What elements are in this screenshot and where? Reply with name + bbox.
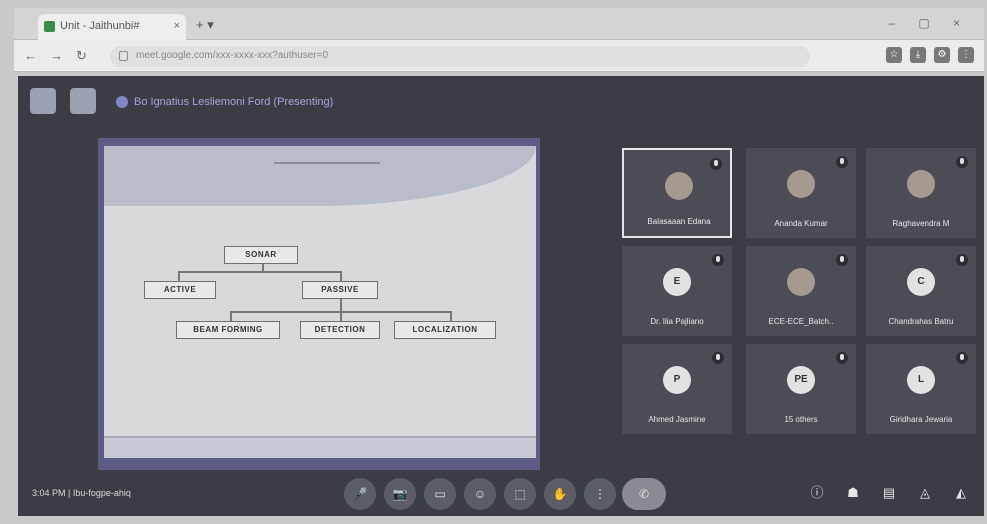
tab-close-icon[interactable]: × — [174, 20, 180, 32]
mic-muted-icon — [712, 352, 724, 364]
meeting-clock: 3:04 PM | Ibu-fogpe-ahiq — [32, 488, 131, 498]
node-level1-1: PASSIVE — [302, 281, 378, 299]
connector — [340, 311, 342, 321]
control-bar: 3:04 PM | Ibu-fogpe-ahiq 🎤 📷 ▭ ☺ ⬚ ✋ ⋮ ✆ ⓘ ☗ ▤ ◬ ◭ — [18, 466, 984, 516]
participant-tile[interactable]: E Dr. Ilia Pajliano — [622, 246, 732, 336]
node-level2-1: DETECTION — [300, 321, 380, 339]
node-root: SONAR — [224, 246, 298, 264]
more-options-icon[interactable]: ⋮ — [584, 478, 616, 510]
participant-avatar — [787, 268, 815, 296]
camera-icon[interactable]: 📷 — [384, 478, 416, 510]
mic-muted-icon — [836, 352, 848, 364]
layout-icon[interactable] — [30, 88, 56, 114]
pin-icon[interactable] — [70, 88, 96, 114]
host-controls-icon[interactable]: ◭ — [952, 484, 970, 502]
browser-tab-bar: Unit - Jaithunbi# × + ▾ – ▢ × — [14, 8, 984, 40]
browser-toolbar: ← → ↻ meet.google.com/xxx-xxxx-xxx?authu… — [14, 40, 984, 72]
participant-avatar — [665, 172, 693, 200]
connector — [340, 271, 342, 281]
participant-tile[interactable]: Ananda Kumar — [746, 148, 856, 238]
lock-icon — [119, 51, 128, 61]
node-level2-2: LOCALIZATION — [394, 321, 496, 339]
mic-muted-icon — [836, 156, 848, 168]
participant-tile[interactable]: PE 15 others — [746, 344, 856, 434]
participant-name: 15 others — [784, 415, 818, 424]
participant-name: ECE-ECE_Batch.. — [768, 317, 834, 326]
download-icon[interactable]: ⤓ — [910, 47, 926, 63]
participant-tile[interactable]: C Chandrahas Batru — [866, 246, 976, 336]
reload-icon[interactable]: ↻ — [76, 48, 87, 64]
new-tab-button[interactable]: + ▾ — [196, 17, 214, 33]
slide-header-shape — [104, 146, 536, 206]
microphone-icon[interactable]: 🎤 — [344, 478, 376, 510]
participant-name: Ahmed Jasmine — [648, 415, 706, 424]
slide-footer-shape — [104, 436, 536, 458]
settings-icon[interactable]: ⚙ — [934, 47, 950, 63]
mic-muted-icon — [836, 254, 848, 266]
participant-avatar — [787, 170, 815, 198]
meeting-info-icon[interactable]: ⓘ — [808, 484, 826, 502]
node-level1-0: ACTIVE — [144, 281, 216, 299]
slide-title-underline — [274, 156, 380, 164]
url-text: meet.google.com/xxx-xxxx-xxx?authuser=0 — [136, 50, 329, 61]
people-icon[interactable]: ☗ — [844, 484, 862, 502]
presentation-frame: SONAR ACTIVE PASSIVE BEAM FORMING DETECT… — [98, 138, 540, 470]
participant-name: Giridhara Jewaria — [889, 415, 953, 424]
connector — [178, 271, 340, 273]
meeting-view: Bo Ignatius Lesliemoni Ford (Presenting)… — [18, 76, 984, 516]
present-screen-icon[interactable]: ⬚ — [504, 478, 536, 510]
participant-name: Balasaaan Edana — [647, 217, 711, 226]
participant-avatar: PE — [787, 366, 815, 394]
mic-muted-icon — [956, 352, 968, 364]
presenter-title: Bo Ignatius Lesliemoni Ford (Presenting) — [134, 96, 334, 108]
tab-title: Unit - Jaithunbi# — [60, 20, 140, 32]
meeting-header: Bo Ignatius Lesliemoni Ford (Presenting) — [18, 76, 984, 118]
toolbar-icons: ☆ ⤓ ⚙ ⋮ — [886, 47, 974, 63]
forward-arrow-icon[interactable]: → — [50, 48, 63, 63]
participant-avatar: C — [907, 268, 935, 296]
connector — [230, 311, 232, 321]
activities-icon[interactable]: ◬ — [916, 484, 934, 502]
chat-icon[interactable]: ▤ — [880, 484, 898, 502]
participant-tile[interactable]: Balasaaan Edana — [622, 148, 732, 238]
back-arrow-icon[interactable]: ← — [24, 48, 37, 63]
mic-muted-icon — [956, 156, 968, 168]
participant-name: Chandrahas Batru — [888, 317, 954, 326]
connector — [178, 271, 180, 281]
raise-hand-icon[interactable]: ✋ — [544, 478, 576, 510]
presenter-icon — [116, 96, 128, 108]
meet-favicon-icon — [44, 21, 55, 32]
participant-avatar — [907, 170, 935, 198]
participant-name: Dr. Ilia Pajliano — [650, 317, 704, 326]
participant-name: Raghavendra M — [892, 219, 950, 228]
emoji-icon[interactable]: ☺ — [464, 478, 496, 510]
participant-tile[interactable]: L Giridhara Jewaria — [866, 344, 976, 434]
bookmark-star-icon[interactable]: ☆ — [886, 47, 902, 63]
participant-tile[interactable]: P Ahmed Jasmine — [622, 344, 732, 434]
window-controls[interactable]: – ▢ × — [888, 16, 970, 30]
mic-muted-icon — [956, 254, 968, 266]
participant-avatar: P — [663, 366, 691, 394]
node-level2-0: BEAM FORMING — [176, 321, 280, 339]
participant-avatar: E — [663, 268, 691, 296]
address-bar[interactable]: meet.google.com/xxx-xxxx-xxx?authuser=0 — [110, 46, 810, 67]
participant-name: Ananda Kumar — [774, 219, 828, 228]
participant-tile[interactable]: ECE-ECE_Batch.. — [746, 246, 856, 336]
screen: Unit - Jaithunbi# × + ▾ – ▢ × ← → ↻ meet… — [0, 0, 987, 524]
presentation-slide: SONAR ACTIVE PASSIVE BEAM FORMING DETECT… — [104, 146, 536, 458]
more-menu-icon[interactable]: ⋮ — [958, 47, 974, 63]
captions-icon[interactable]: ▭ — [424, 478, 456, 510]
participant-avatar: L — [907, 366, 935, 394]
end-call-icon[interactable]: ✆ — [622, 478, 666, 510]
participant-tile[interactable]: Raghavendra M — [866, 148, 976, 238]
mic-muted-icon — [710, 158, 722, 170]
mic-muted-icon — [712, 254, 724, 266]
browser-tab[interactable]: Unit - Jaithunbi# × — [38, 14, 186, 40]
connector — [450, 311, 452, 321]
